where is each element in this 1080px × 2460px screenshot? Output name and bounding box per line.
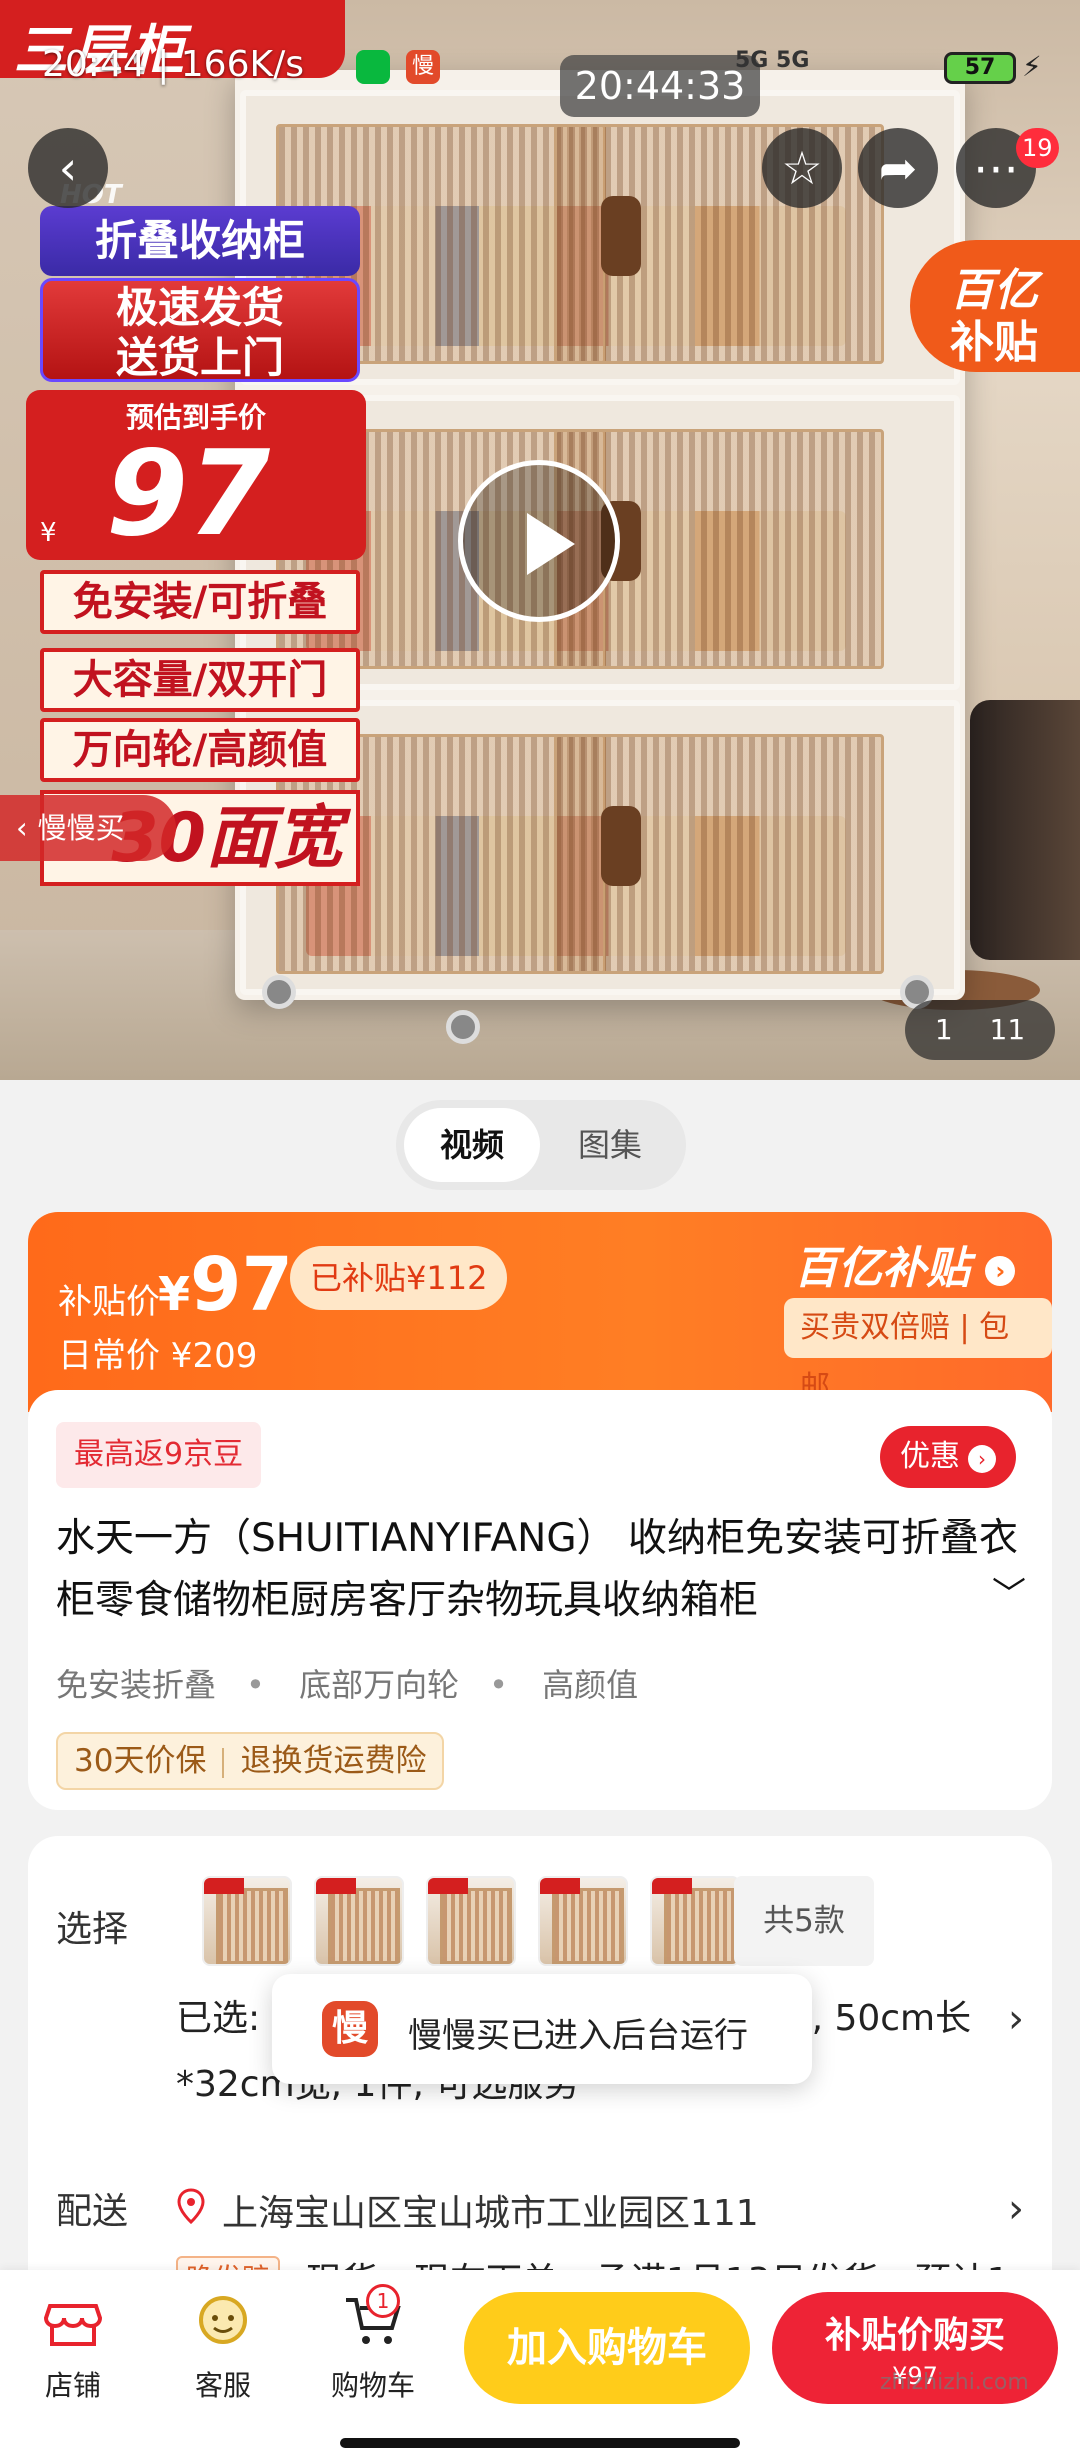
select-label: 选择 — [56, 1909, 129, 1950]
chevron-left-icon: ‹ — [58, 141, 78, 195]
chevron-down-icon: ﹀ — [992, 1575, 1026, 1615]
shop-icon — [43, 2304, 103, 2346]
toast-text: 慢慢买已进入后台运行 — [408, 2016, 748, 2056]
app-notification-icon: 慢 — [406, 50, 440, 84]
feature-tag: 万向轮/高颜值 — [40, 718, 360, 782]
share-button[interactable]: ➦ — [858, 128, 938, 208]
cabinet-wheel — [446, 1010, 480, 1044]
variant-count[interactable]: 共5款 — [734, 1876, 874, 1966]
tag: 底部万向轮 — [299, 1666, 460, 1704]
variant-thumb[interactable] — [314, 1876, 404, 1966]
tab-video[interactable]: 视频 — [404, 1108, 540, 1182]
tag: 高颜值 — [542, 1666, 639, 1704]
wechat-icon — [356, 50, 390, 84]
product-tags: 免安装折叠 • 底部万向轮 • 高颜值 — [56, 1666, 639, 1704]
subsidy-price-label: 补贴价 — [58, 1282, 160, 1322]
promo-fast-delivery: 极速发货 送货上门 — [40, 278, 360, 382]
cart-count-badge: 1 — [366, 2284, 400, 2318]
chevron-right-icon: › — [1008, 1996, 1024, 2042]
cabinet-wheel — [262, 975, 296, 1009]
status-time: 20:44 | 166K/s — [42, 44, 304, 85]
subsidy-badge[interactable]: 百亿 补贴 — [910, 240, 1080, 372]
product-title[interactable]: 水天一方（SHUITIANYIFANG） 收纳柜免安装可折叠衣柜零食储物柜厨房客… — [56, 1508, 1026, 1632]
add-to-cart-button[interactable]: 加入购物车 — [464, 2292, 750, 2404]
variant-thumb[interactable] — [426, 1876, 516, 1966]
promo-folding-cabinet: 折叠收纳柜 — [40, 206, 360, 276]
product-info-card: 最高返9京豆 优惠 › 水天一方（SHUITIANYIFANG） 收纳柜免安装可折… — [28, 1390, 1052, 1810]
back-button[interactable]: ‹ — [28, 128, 108, 208]
tag: 免安装折叠 — [56, 1666, 217, 1704]
delivery-address[interactable]: 上海宝山区宝山城市工业园区111 — [222, 2184, 759, 2236]
shop-button[interactable]: 店铺 — [18, 2292, 128, 2404]
subsidy-price-bar: 补贴价 ¥97 已补贴¥112 日常价 ¥209 百亿补贴 › 买贵双倍赔 | … — [28, 1212, 1052, 1412]
status-bar: 20:44 | 166K/s 慢 20:44:33 5G 5G 57 ⚡ — [0, 0, 1080, 130]
variant-thumb[interactable] — [538, 1876, 628, 1966]
guarantee-chip: 买贵双倍赔 | 包邮 — [784, 1298, 1052, 1405]
daily-price: 日常价 ¥209 — [58, 1336, 258, 1376]
star-icon: ☆ — [781, 141, 823, 195]
location-pin-icon — [177, 2188, 205, 2224]
variant-thumb[interactable] — [202, 1876, 292, 1966]
battery-icon: 57 — [944, 52, 1016, 84]
subsidy-price: ¥97 — [158, 1242, 293, 1328]
watermark: zhizhizhi.com — [880, 2370, 1029, 2395]
service-chip[interactable]: 30天价保 退换货运费险 — [56, 1732, 445, 1790]
delivery-label: 配送 — [56, 2191, 129, 2232]
chevron-right-icon: › — [1008, 2186, 1024, 2232]
play-video-button[interactable] — [458, 460, 620, 622]
share-icon: ➦ — [878, 141, 918, 195]
favorite-button[interactable]: ☆ — [762, 128, 842, 208]
chevron-right-icon: › — [968, 1445, 996, 1473]
tab-gallery[interactable]: 图集 — [542, 1108, 678, 1182]
chevron-left-icon: ‹ — [16, 811, 28, 845]
more-icon: ⋯ — [973, 141, 1019, 195]
message-badge: 19 — [1016, 128, 1059, 168]
subsidized-amount-chip: 已补贴¥112 — [290, 1246, 508, 1310]
media-toggle[interactable]: 视频 图集 — [396, 1100, 686, 1190]
chevron-right-icon: › — [985, 1256, 1016, 1286]
charging-icon: ⚡ — [1022, 50, 1042, 83]
feature-tag: 免安装/可折叠 — [40, 570, 360, 634]
slowbuy-app-icon: 慢 — [322, 2001, 378, 2057]
home-indicator — [340, 2438, 740, 2448]
signal-icon: 5G 5G — [735, 48, 810, 73]
background-toast: 慢 慢慢买已进入后台运行 — [272, 1974, 812, 2084]
floating-clock: 20:44:33 — [560, 55, 760, 117]
feature-tag: 大容量/双开门 — [40, 648, 360, 712]
image-counter: 1 11 — [905, 1000, 1055, 1060]
jd-beans-chip: 最高返9京豆 — [56, 1422, 262, 1488]
customer-service-icon — [199, 2296, 247, 2344]
bottom-action-bar: 店铺 客服 1 购物车 加入购物车 补贴价购买 ¥97 zhizhizhi.co… — [0, 2270, 1080, 2460]
decor-lamp — [970, 700, 1080, 960]
variant-thumb[interactable] — [650, 1876, 740, 1966]
cart-button[interactable]: 1 购物车 — [318, 2284, 428, 2404]
slowbuy-float-button[interactable]: ‹ 慢慢买 — [0, 795, 176, 861]
customer-service-button[interactable]: 客服 — [168, 2292, 278, 2404]
estimated-price-card: 预估到手价 97 ¥ — [26, 390, 366, 562]
coupon-button[interactable]: 优惠 › — [880, 1426, 1016, 1488]
program-logo[interactable]: 百亿补贴 › — [794, 1232, 1016, 1296]
